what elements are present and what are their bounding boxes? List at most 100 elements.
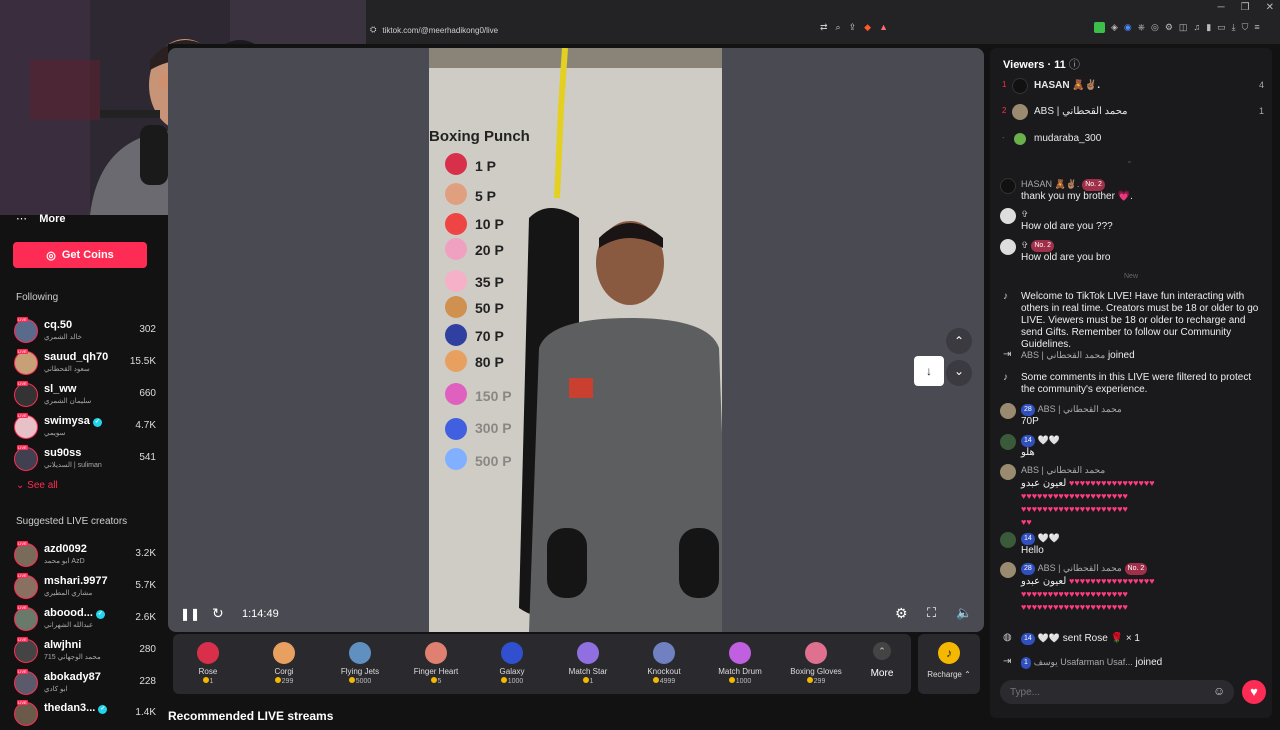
sidebar-icon[interactable]: ▮ xyxy=(1206,22,1211,33)
extension-icon[interactable]: ♫ xyxy=(1193,22,1200,33)
gift-name: Boxing Gloves xyxy=(790,667,842,676)
pause-icon[interactable]: ❚❚ xyxy=(180,607,200,621)
chat-username[interactable]: ABS | محمد القحطاني xyxy=(1021,350,1105,360)
chat-username[interactable]: ✞ xyxy=(1021,240,1029,250)
corgi-icon xyxy=(273,642,295,664)
verified-icon: ✓ xyxy=(95,610,105,619)
following-account[interactable]: LIVE su90ss السديلاني | suliman 541 xyxy=(14,445,164,475)
following-account[interactable]: LIVE sl_ww سليمان الشمري 660 xyxy=(14,381,164,411)
gift-rose[interactable]: Rose 1 xyxy=(170,638,246,685)
suggested-account[interactable]: LIVE thedan3... ✓ 1.4K xyxy=(14,700,164,730)
chevron-down-icon[interactable]: ⌄ xyxy=(1126,156,1133,165)
verified-icon: ✓ xyxy=(98,705,108,714)
avatar[interactable] xyxy=(1000,403,1016,419)
account-subtitle: سليمان الشمري xyxy=(44,398,92,405)
avatar: LIVE xyxy=(14,445,38,471)
shield-icon[interactable]: ⛉ xyxy=(1242,22,1249,33)
gift-knockout[interactable]: Knockout 4999 xyxy=(626,638,702,685)
following-account[interactable]: LIVE cq.50 خالد الشمري 302 xyxy=(14,317,164,347)
extension-icon[interactable]: ◉ xyxy=(1124,22,1132,33)
gift-finger-heart[interactable]: Finger Heart 5 xyxy=(398,638,474,685)
chat-username[interactable]: 🤍🤍 xyxy=(1038,435,1060,445)
chat-username[interactable]: يوسف Usafarman Usaf... xyxy=(1034,657,1133,667)
gift-more-button[interactable]: ⌃ More xyxy=(857,642,907,679)
menu-icon[interactable]: ≡ xyxy=(1254,22,1259,33)
following-account[interactable]: LIVE swimysa ✓ سويمي 4.7K xyxy=(14,413,164,443)
share-icon[interactable]: ⇪ xyxy=(849,22,857,33)
new-divider: New xyxy=(1124,273,1139,280)
chat-username[interactable]: 🤍🤍 xyxy=(1038,633,1060,643)
viewer-row[interactable]: 2 ABS | محمد القحطاني 1 xyxy=(1002,104,1264,122)
gift-flying-jets[interactable]: Flying Jets 5000 xyxy=(322,638,398,685)
avatar[interactable] xyxy=(1000,562,1016,578)
avatar[interactable] xyxy=(1000,239,1016,255)
wallet-icon[interactable]: ▭ xyxy=(1217,22,1226,33)
avatar[interactable] xyxy=(1000,532,1016,548)
fullscreen-icon[interactable]: ⛶ xyxy=(927,605,936,621)
suggested-account[interactable]: LIVE mshari.9977 مشاري المطيري 5.7K xyxy=(14,573,164,603)
galaxy-icon xyxy=(501,642,523,664)
chat-username[interactable]: ABS | محمد القحطاني xyxy=(1038,563,1122,573)
suggested-account[interactable]: LIVE aboood... ✓ عبدالله الشهراني 2.6K xyxy=(14,605,164,635)
viewer-row[interactable]: - mudaraba_300 xyxy=(1002,131,1264,149)
settings-icon[interactable]: ⚙ xyxy=(895,605,908,622)
avatar xyxy=(1014,133,1026,145)
chat-username[interactable]: 🤍🤍 xyxy=(1038,533,1060,543)
extension-icon[interactable]: ◫ xyxy=(1179,22,1188,33)
url-text[interactable]: tiktok.com/@meerhadikong0/live xyxy=(382,26,498,35)
following-account[interactable]: LIVE sauud_qh70 سعود القحطاني 15.5K xyxy=(14,349,164,379)
extension-icon[interactable]: ⚙ xyxy=(1165,22,1173,33)
gift-boxing-gloves[interactable]: Boxing Gloves 299 xyxy=(778,638,854,685)
download-icon[interactable]: ⤓ xyxy=(1232,22,1236,33)
info-icon[interactable]: ⓘ xyxy=(1069,59,1080,71)
extension-icon[interactable] xyxy=(1094,22,1105,33)
gift-match-drum[interactable]: Match Drum 1000 xyxy=(702,638,778,685)
gift-name: Match Star xyxy=(568,667,608,676)
avatar[interactable] xyxy=(1000,178,1016,194)
chevron-up-icon[interactable]: ⌃ xyxy=(946,328,972,354)
brave-shield-icon[interactable]: ◆ xyxy=(864,22,871,33)
gift-icon xyxy=(445,213,467,235)
like-heart-button[interactable]: ♥ xyxy=(1242,680,1266,704)
refresh-icon[interactable]: ↻ xyxy=(212,605,224,622)
suggested-account[interactable]: LIVE alwjhni محمد الوجهاني 715 280 xyxy=(14,637,164,667)
viewer-count: 4.7K xyxy=(135,420,156,431)
gift-match-star[interactable]: Match Star 1 xyxy=(550,638,626,685)
rank-badge: No. 2 xyxy=(1031,240,1055,252)
restore-button[interactable]: ❐ xyxy=(1241,2,1250,13)
recharge-text: Recharge xyxy=(927,670,962,679)
see-all-link[interactable]: ⌄ See all xyxy=(16,480,58,491)
avatar xyxy=(1012,104,1028,120)
extension-icon[interactable]: ◈ xyxy=(1111,22,1118,33)
suggested-account[interactable]: LIVE abokady87 ابو كادي 228 xyxy=(14,669,164,699)
extension-icon[interactable]: ◎ xyxy=(1151,22,1159,33)
emoji-icon[interactable]: ☺ xyxy=(1213,684,1225,698)
extension-icon[interactable]: ⎈ xyxy=(1138,22,1145,33)
sidebar-more[interactable]: ⋯ More xyxy=(16,212,66,225)
avatar[interactable] xyxy=(1000,208,1016,224)
viewer-row[interactable]: 1 HASAN 🧸✌🏽. 4 xyxy=(1002,78,1264,96)
chevron-down-icon[interactable]: ⌄ xyxy=(946,360,972,386)
chat-username[interactable]: HASAN 🧸✌🏽. xyxy=(1021,179,1079,189)
gift-galaxy[interactable]: Galaxy 1000 xyxy=(474,638,550,685)
zoom-icon[interactable]: ⌕ xyxy=(836,22,841,33)
get-coins-button[interactable]: ◎ Get Coins xyxy=(13,242,147,268)
volume-icon[interactable]: 🔈 xyxy=(956,605,972,621)
gift-corgi[interactable]: Corgi 299 xyxy=(246,638,322,685)
rewards-icon[interactable]: ▲ xyxy=(879,22,888,33)
chat-username[interactable]: ABS | محمد القحطاني xyxy=(1021,465,1105,475)
chat-username[interactable]: ✞ xyxy=(1021,209,1029,219)
chat-input[interactable] xyxy=(1000,680,1234,704)
scroll-down-button[interactable]: ↓ xyxy=(914,356,944,386)
avatar[interactable] xyxy=(1000,464,1016,480)
site-info-icon[interactable]: ⛭ xyxy=(370,25,376,35)
account-name: cq.50 xyxy=(44,319,73,331)
translate-icon[interactable]: ⇄ xyxy=(820,22,828,33)
chat-username[interactable]: ABS | محمد القحطاني xyxy=(1038,404,1122,414)
close-button[interactable]: ✕ xyxy=(1266,2,1274,13)
suggested-account[interactable]: LIVE azd0092 ابو محمد AzD 3.2K xyxy=(14,541,164,571)
recharge-button[interactable]: ♪ Recharge ⌃ xyxy=(918,634,980,694)
live-player[interactable]: Boxing Punch 1 P 5 P 10 P 20 P 35 P 50 P… xyxy=(168,48,984,632)
minimize-button[interactable]: ─ xyxy=(1218,2,1225,13)
avatar[interactable] xyxy=(1000,434,1016,450)
